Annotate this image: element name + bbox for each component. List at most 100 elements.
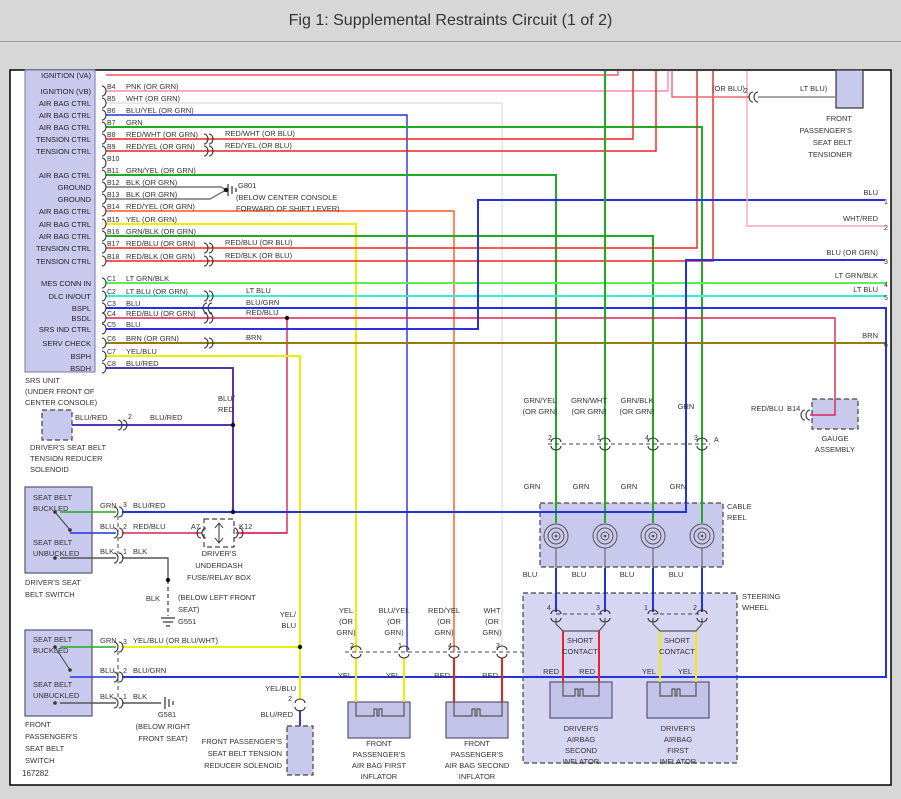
diagram-label: 2 — [693, 605, 697, 612]
diagram-label: 2 — [123, 524, 127, 531]
diagram-label: 3 — [596, 605, 600, 612]
diagram-label: WHEEL — [742, 603, 769, 612]
diagram-label: INFLATOR — [660, 757, 697, 766]
srs-pin-id: B8 — [107, 132, 116, 139]
diagram-label: GRN — [678, 402, 695, 411]
diagram-label: ASSEMBLY — [815, 445, 855, 454]
diagram-label: 4 — [884, 282, 888, 289]
diagram-label: GRN/BLK — [621, 396, 654, 405]
srs-pin-id: B14 — [107, 204, 120, 211]
srs-pin-id: B9 — [107, 144, 116, 151]
diagram-label: RED/BLU — [751, 404, 784, 413]
diagram-label: GRN/WHT — [571, 396, 607, 405]
diagram-label: INFLATOR — [563, 757, 600, 766]
srs-unit-label: (UNDER FRONT OF — [25, 387, 95, 396]
srs-pin-id: B15 — [107, 217, 120, 224]
srs-pin-function: AIR BAG CTRL — [39, 220, 91, 229]
wire-color-label: LT BLU (OR GRN) — [126, 287, 188, 296]
diagram-label: GRN — [621, 482, 638, 491]
diagram-label: GRN — [100, 636, 117, 645]
diagram-label: SOLENOID — [30, 465, 69, 474]
diagram-label: 1 — [597, 435, 601, 442]
diagram-label: BRN — [862, 331, 878, 340]
diagram-label: 2 — [744, 88, 748, 95]
diagram-label: G801 — [238, 181, 256, 190]
srs-pin-function: AIR BAG CTRL — [39, 111, 91, 120]
srs-pin-id: B18 — [107, 254, 120, 261]
diagram-label: B14 — [787, 404, 800, 413]
diagram-label: RED/BLK (OR BLU) — [225, 251, 293, 260]
diagram-label: UNBUCKLED — [33, 691, 80, 700]
diagram-label: SWITCH — [25, 756, 55, 765]
diagram-label: SEAT BELT — [25, 744, 65, 753]
diagram-label: FRONT SEAT) — [138, 734, 188, 743]
srs-pin-function: BSPH — [71, 352, 91, 361]
diagram-label: 3 — [123, 639, 127, 646]
diagram-label: PASSENGER'S — [353, 750, 406, 759]
diagram-label: BLU — [620, 570, 635, 579]
diagram-label: CONTACT — [562, 647, 598, 656]
diagram-label: WHT — [483, 606, 500, 615]
diagram-label: 1 — [884, 199, 888, 206]
srs-unit-label: SRS UNIT — [25, 376, 60, 385]
diagram-label: GRN/YEL — [524, 396, 557, 405]
srs-pin-function: DLC IN/OUT — [48, 292, 91, 301]
diagram-label: 4 — [448, 643, 452, 650]
diagram-label: AIR BAG FIRST — [352, 761, 407, 770]
diagram-label: G551 — [178, 617, 196, 626]
diagram-label: SEAT BELT — [33, 680, 73, 689]
diagram-label: PASSENGER'S — [451, 750, 504, 759]
diagram-label: BLK — [100, 547, 114, 556]
srs-pin-function: GROUND — [58, 195, 92, 204]
diagram-label: YEL — [338, 671, 352, 680]
cable-reel-coil — [603, 534, 607, 538]
diagram-label: 1 — [123, 549, 127, 556]
srs-pin-function: MES CONN IN — [41, 279, 91, 288]
diagram-label: GRN — [100, 501, 117, 510]
diagram-label: BLU/RED — [133, 501, 166, 510]
diagram-label: 6 — [884, 342, 888, 349]
diagram-label: 1 — [644, 605, 648, 612]
diagram-label: WHT/RED — [843, 214, 879, 223]
diagram-label: LT GRN/BLK — [835, 271, 878, 280]
srs-unit-label: CENTER CONSOLE) — [25, 398, 98, 407]
wire-color-label: YEL/BLU — [126, 347, 157, 356]
diagram-label: AIR BAG SECOND — [445, 761, 510, 770]
diagram-label: DRIVER'S SEAT BELT — [30, 443, 106, 452]
diagram-label: UNDERDASH — [195, 561, 243, 570]
diagram-label: REDUCER SOLENOID — [204, 761, 283, 770]
diagram-label: SEAT BELT — [33, 493, 73, 502]
srs-pin-function: AIR BAG CTRL — [39, 232, 91, 241]
diagram-label: (OR BLU) — [712, 84, 745, 93]
diagram-label: BRN — [246, 333, 262, 342]
diagram-label: DRIVER'S — [661, 724, 696, 733]
diagram-label: SEAT BELT TENSION — [208, 749, 282, 758]
wire-color-label: BLU/YEL (OR GRN) — [126, 106, 194, 115]
diagram-label: 1 — [398, 643, 402, 650]
srs-pin-id: B13 — [107, 192, 120, 199]
srs-pin-function: BSPL — [72, 304, 91, 313]
diagram-label: (BELOW LEFT FRONT — [178, 593, 256, 602]
diagram-label: RED/WHT (OR BLU) — [225, 129, 295, 138]
switch-contact-dot — [68, 668, 72, 672]
srs-pin-id: B12 — [107, 180, 120, 187]
srs-pin-id: C7 — [107, 349, 116, 356]
diagram-label: 1 — [123, 694, 127, 701]
wire-color-label: BLU/RED — [126, 359, 159, 368]
diagram-label: RED — [543, 667, 559, 676]
diagram-label: FIRST — [667, 746, 689, 755]
diagram-label: GRN — [573, 482, 590, 491]
diagram-label: (OR — [437, 617, 451, 626]
diagram-label: DRIVER'S — [202, 549, 237, 558]
diagram-label: LT BLU — [246, 286, 271, 295]
diagram-label: GRN) — [482, 628, 502, 637]
wire-color-label: YEL (OR GRN) — [126, 215, 177, 224]
srs-pin-function: AIR BAG CTRL — [39, 99, 91, 108]
srs-pin-id: C3 — [107, 301, 116, 308]
diagram-label: BELT SWITCH — [25, 590, 75, 599]
wire-color-label: LT GRN/BLK — [126, 274, 169, 283]
diagram-label: 2 — [288, 696, 292, 703]
diagram-label: 2 — [350, 643, 354, 650]
driver-airbag-first-inflator-box — [646, 681, 710, 719]
srs-pin-function: SERV CHECK — [42, 339, 91, 348]
